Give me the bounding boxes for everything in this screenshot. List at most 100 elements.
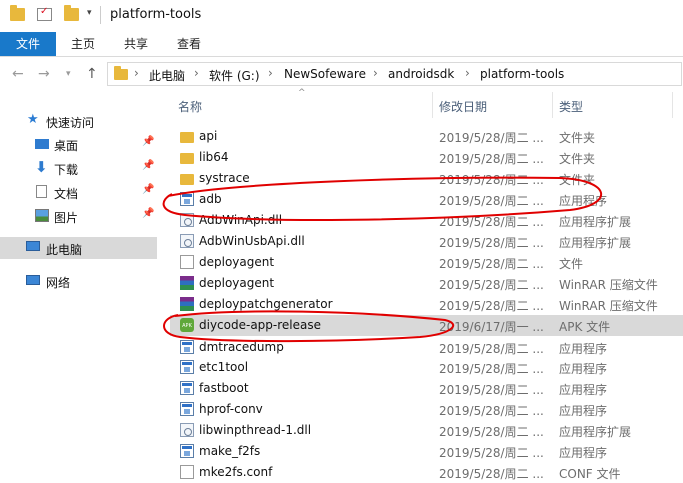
computer-icon [26,241,40,251]
file-row[interactable]: AdbWinUsbApi.dll 2019/5/28/周二 ... 应用程序扩展 [170,231,683,252]
file-row[interactable]: lib64 2019/5/28/周二 ... 文件夹 [170,147,683,168]
tab-home[interactable]: 主页 [60,32,106,56]
file-name: deployagent [199,255,275,269]
file-type: 应用程序 [559,383,608,397]
chevron-right-icon[interactable]: › [373,66,378,80]
new-folder-icon[interactable] [64,5,79,21]
document-icon [36,185,47,198]
back-icon[interactable]: ← [12,66,24,82]
file-date: 2019/5/28/周二 ... [439,257,544,271]
forward-icon[interactable]: → [38,66,50,82]
column-divider[interactable] [432,92,433,118]
pin-icon[interactable]: 📌 [142,136,154,147]
sidebar-item-pictures[interactable]: 图片 📌 [0,205,157,227]
file-row-selected[interactable]: diycode-app-release 2019/6/17/周一 ... APK 文… [170,315,683,336]
file-row[interactable]: systrace 2019/5/28/周二 ... 文件夹 [170,168,683,189]
folder-icon [10,5,25,21]
file-name: AdbWinApi.dll [199,213,283,227]
sidebar-item-label: 图片 [54,211,79,225]
file-row[interactable]: make_f2fs 2019/5/28/周二 ... 应用程序 [170,441,683,462]
folder-icon [114,66,128,80]
sidebar-item-this-pc[interactable]: 此电脑 [0,237,157,259]
file-row[interactable]: hprof-conv 2019/5/28/周二 ... 应用程序 [170,399,683,420]
customize-quick-access-icon[interactable]: ▾ [87,8,92,18]
nav-quick-access[interactable]: ★ 快速访问 [0,110,157,132]
file-name: lib64 [199,150,229,164]
file-date: 2019/5/28/周二 ... [439,299,544,313]
recent-locations-icon[interactable]: ▾ [66,69,71,79]
file-date: 2019/6/17/周一 ... [439,320,544,334]
chevron-right-icon[interactable]: › [194,66,199,80]
folder-icon [180,132,194,143]
file-row[interactable]: AdbWinApi.dll 2019/5/28/周二 ... 应用程序扩展 [170,210,683,231]
download-icon: ⬇ [35,158,48,176]
file-type: 文件夹 [559,152,596,166]
file-row[interactable]: etc1tool 2019/5/28/周二 ... 应用程序 [170,357,683,378]
rar-icon [180,297,194,311]
exe-icon [180,402,194,416]
tab-file[interactable]: 文件 [0,32,56,56]
pin-icon[interactable]: 📌 [142,208,154,219]
file-type: WinRAR 压缩文件 [559,299,658,313]
exe-icon [180,340,194,354]
exe-icon [180,444,194,458]
pin-icon[interactable]: 📌 [142,184,154,195]
chevron-right-icon[interactable]: › [134,66,139,80]
rar-icon [180,276,194,290]
ribbon-tabs: 文件 主页 共享 查看 [0,32,683,57]
pin-icon[interactable]: 📌 [142,160,154,171]
file-type: 应用程序扩展 [559,425,632,439]
desktop-icon [35,139,49,149]
file-row[interactable]: api 2019/5/28/周二 ... 文件夹 [170,126,683,147]
breadcrumb-platform-tools[interactable]: platform-tools [480,67,564,81]
tab-share[interactable]: 共享 [113,32,159,56]
navigation-pane: ★ 快速访问 桌面 📌 ⬇ 下载 📌 文档 📌 图片 📌 此电脑 网络 [0,92,157,472]
file-name: dmtracedump [199,340,284,354]
column-divider[interactable] [552,92,553,118]
sidebar-item-downloads[interactable]: ⬇ 下载 📌 [0,157,157,179]
file-row[interactable]: fastboot 2019/5/28/周二 ... 应用程序 [170,378,683,399]
sidebar-item-documents[interactable]: 文档 📌 [0,181,157,203]
breadcrumb-this-pc[interactable]: 此电脑 [149,67,185,84]
file-date: 2019/5/28/周二 ... [439,194,544,208]
properties-icon[interactable]: ✓ [37,6,52,21]
file-row[interactable]: dmtracedump 2019/5/28/周二 ... 应用程序 [170,337,683,358]
file-type: 应用程序扩展 [559,236,632,250]
column-divider[interactable] [672,92,673,118]
up-icon[interactable]: ↑ [86,66,98,82]
breadcrumb-newsofeware[interactable]: NewSofeware [284,67,366,81]
file-row[interactable]: deployagent 2019/5/28/周二 ... WinRAR 压缩文件 [170,273,683,294]
file-row[interactable]: libwinpthread-1.dll 2019/5/28/周二 ... 应用程序扩… [170,420,683,441]
file-name: diycode-app-release [199,318,321,332]
file-row[interactable]: deploypatchgenerator 2019/5/28/周二 ... WinR… [170,294,683,315]
chevron-right-icon[interactable]: › [465,66,470,80]
chevron-right-icon[interactable]: › [268,66,273,80]
sidebar-item-label: 文档 [54,187,79,201]
sidebar-item-label: 此电脑 [46,243,83,257]
file-row[interactable]: adb 2019/5/28/周二 ... 应用程序 [170,189,683,210]
file-type: 应用程序扩展 [559,215,632,229]
tab-view[interactable]: 查看 [166,32,212,56]
sidebar-item-desktop[interactable]: 桌面 📌 [0,133,157,155]
breadcrumb-androidsdk[interactable]: androidsdk [388,67,454,81]
column-header-date[interactable]: 修改日期 [439,98,487,115]
file-date: 2019/5/28/周二 ... [439,446,544,460]
sidebar-item-label: 桌面 [54,139,79,153]
column-header-type[interactable]: 类型 [559,98,583,115]
file-date: 2019/5/28/周二 ... [439,152,544,166]
breadcrumb-drive[interactable]: 软件 (G:) [209,67,260,84]
file-row[interactable]: mke2fs.conf 2019/5/28/周二 ... CONF 文件 [170,462,683,483]
apk-icon [180,318,194,332]
exe-icon [180,360,194,374]
file-date: 2019/5/28/周二 ... [439,467,544,481]
file-type: 应用程序 [559,404,608,418]
column-header-name[interactable]: 名称 [178,98,202,115]
file-icon [180,255,194,269]
column-headers: ^ 名称 修改日期 类型 [170,88,683,118]
sidebar-item-label: 网络 [46,276,71,290]
file-name: fastboot [199,381,249,395]
address-bar[interactable]: › 此电脑 › 软件 (G:) › NewSofeware › androids… [107,62,682,86]
sidebar-item-network[interactable]: 网络 [0,270,157,292]
file-name: api [199,129,218,143]
file-row[interactable]: deployagent 2019/5/28/周二 ... 文件 [170,252,683,273]
